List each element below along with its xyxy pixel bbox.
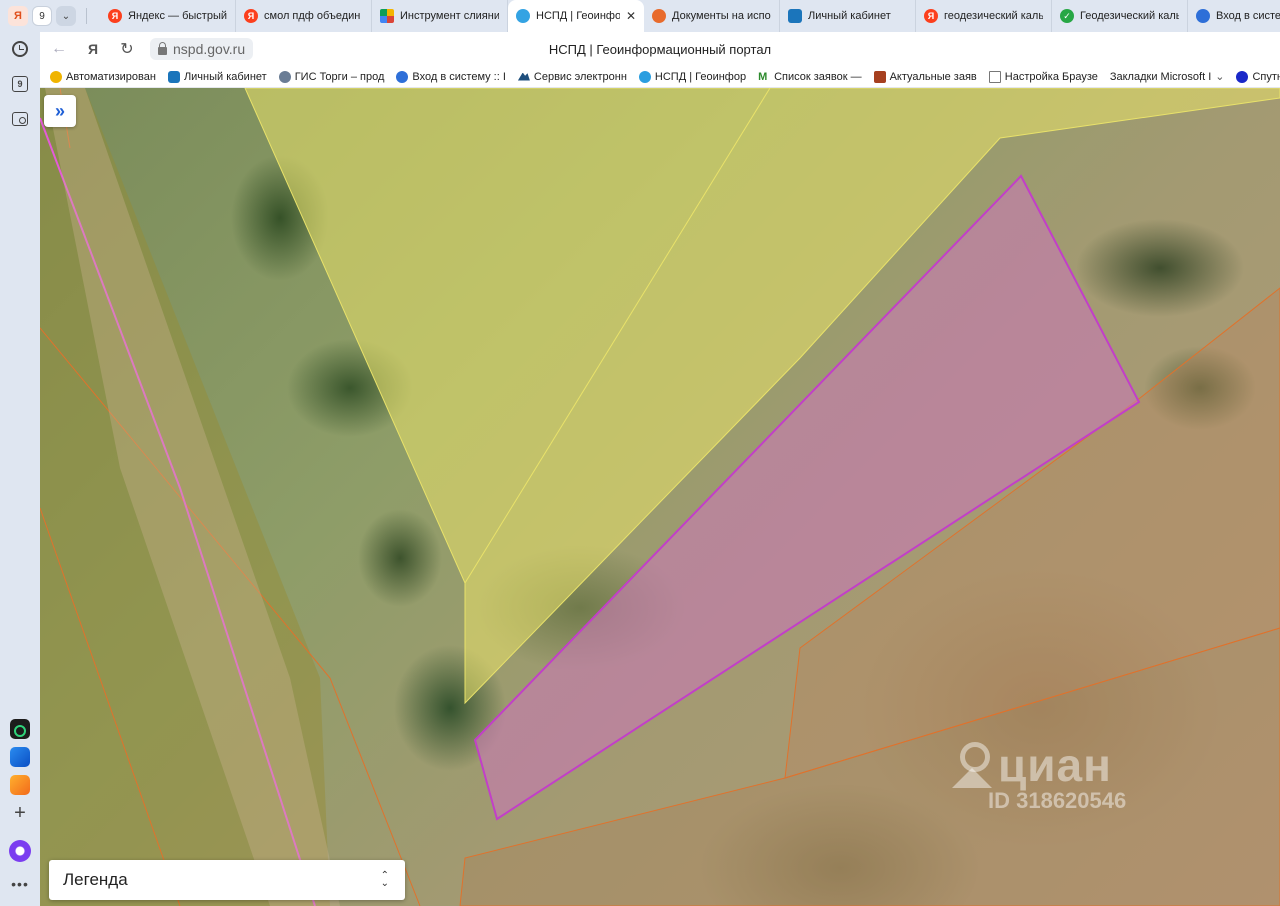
screenshot-icon (12, 112, 28, 126)
bookmark-item[interactable]: Автоматизирован (50, 70, 156, 83)
doc-icon (988, 70, 1001, 83)
yandex-icon: Я (244, 9, 258, 23)
tab-nspd[interactable]: НСПД | Геоинфор ✕ (508, 0, 644, 32)
map-overlay (40, 88, 1280, 906)
tab-list: Я Яндекс — быстрый Я смол пдф объедин Ин… (100, 0, 1280, 32)
bookmark-item[interactable]: НСПД | Геоинфор (638, 70, 747, 83)
bookmark-item[interactable]: Спутников (1236, 70, 1280, 83)
browser-window: Я 9 ⌄ Я Яндекс — быстрый Я смол пдф объе… (0, 0, 1280, 906)
cloud-icon (517, 72, 530, 81)
bookmark-label: Закладки Microsoft I (1109, 70, 1212, 83)
shield-icon (788, 9, 802, 23)
back-button[interactable]: ← (44, 34, 74, 64)
tab-yandex[interactable]: Я Яндекс — быстрый (100, 0, 236, 32)
bookmarks-bar: Автоматизирован Личный кабинет ГИС Торги… (40, 66, 1280, 88)
tab-label: Инструмент слияни (400, 10, 499, 22)
panel-toggle-button[interactable]: » (44, 95, 76, 127)
bookmark-label: Автоматизирован (66, 70, 156, 83)
tab-login[interactable]: Вход в систем (1188, 0, 1280, 32)
history-button[interactable] (9, 38, 31, 60)
messenger-app-icon[interactable] (10, 747, 30, 767)
tabs-panel-button[interactable]: 9 (9, 73, 31, 95)
tab-personal-account[interactable]: Личный кабинет (780, 0, 916, 32)
shield-icon (167, 70, 180, 83)
tab-merge-tool[interactable]: Инструмент слияни (372, 0, 508, 32)
up-down-chevron-icon: ⌃ ⌄ (380, 870, 389, 889)
close-icon[interactable]: ✕ (626, 9, 636, 23)
lock-icon (158, 42, 167, 55)
tab-label: геодезический каль (944, 10, 1043, 22)
url-field[interactable]: nspd.gov.ru (150, 38, 254, 60)
bookmark-item[interactable]: Настройка Браузе (988, 70, 1098, 83)
mail-app-icon[interactable] (10, 775, 30, 795)
tabs-icon: 9 (12, 76, 28, 92)
network-icon (396, 70, 409, 83)
network-icon (1196, 9, 1210, 23)
screenshot-button[interactable] (9, 108, 31, 130)
chevron-down-icon: ⌄ (1215, 71, 1225, 83)
bookmark-label: ГИС Торги – прод (294, 70, 385, 83)
assistant-icon[interactable] (9, 840, 31, 862)
tab-label: Яндекс — быстрый (128, 10, 227, 22)
bookmark-label: Настройка Браузе (1004, 70, 1098, 83)
tab-geodetic-calc[interactable]: Я геодезический каль (916, 0, 1052, 32)
gis-icon (278, 70, 291, 83)
tab-controls: Я 9 ⌄ (0, 6, 100, 26)
browser-logo-icon[interactable]: Я (8, 6, 28, 26)
bookmark-item[interactable]: Актуальные заяв (873, 70, 977, 83)
tab-documents[interactable]: Документы на испо (644, 0, 780, 32)
tab-label: Документы на испо (672, 10, 771, 22)
satellite-icon (1236, 70, 1249, 83)
bookmark-label: Личный кабинет (183, 70, 267, 83)
color-square-icon (380, 9, 394, 23)
bookmark-item[interactable]: Личный кабинет (167, 70, 267, 83)
tab-label: НСПД | Геоинфор (536, 10, 620, 22)
legend-label: Легенда (63, 870, 128, 889)
bookmark-label: Актуальные заяв (889, 70, 977, 83)
url-text: nspd.gov.ru (173, 41, 246, 57)
bookmark-label: Спутников (1252, 70, 1280, 83)
clock-icon (12, 41, 28, 57)
chevron-down-icon[interactable]: ⌄ (56, 6, 76, 26)
bookmark-label: Вход в систему :: I (412, 70, 506, 83)
bookmark-folder[interactable]: Закладки Microsoft I ⌄ (1109, 70, 1225, 84)
app-icon[interactable] (10, 719, 30, 739)
tab-count-button[interactable]: 9 (32, 6, 52, 26)
orange-circle-icon (652, 9, 666, 23)
bookmark-item[interactable]: Сервис электронн (517, 70, 627, 83)
tab-label: Личный кабинет (808, 10, 891, 22)
legend-dropdown[interactable]: Легенда ⌃ ⌄ (49, 860, 405, 900)
nspd-icon (516, 9, 530, 23)
tab-geodetic-calc-2[interactable]: ✓ Геодезический каль (1052, 0, 1188, 32)
yandex-home-button[interactable]: Я (78, 34, 108, 64)
tab-label: смол пдф объедин (264, 10, 361, 22)
m-icon: M (758, 70, 768, 83)
tab-strip: Я 9 ⌄ Я Яндекс — быстрый Я смол пдф объе… (0, 0, 1280, 32)
reload-button[interactable]: ↻ (112, 34, 142, 64)
nspd-icon (638, 70, 651, 83)
map-view[interactable]: » циан ID 318620546 Легенда ⌃ ⌄ (40, 88, 1280, 906)
tab-label: Вход в систем (1216, 10, 1280, 22)
more-icon[interactable]: ••• (8, 876, 32, 892)
tab-label: Геодезический каль (1080, 10, 1179, 22)
browser-sidebar: 9 + ••• (0, 32, 40, 906)
bookmark-label: Список заявок — (774, 70, 862, 83)
bookmark-label: НСПД | Геоинфор (654, 70, 747, 83)
bookmark-item[interactable]: ГИС Торги – прод (278, 70, 385, 83)
bookmark-item[interactable]: Вход в систему :: I (396, 70, 506, 83)
check-icon: ✓ (1060, 9, 1074, 23)
tab-divider (86, 8, 87, 24)
tab-pdf-merge[interactable]: Я смол пдф объедин (236, 0, 372, 32)
add-app-button[interactable]: + (10, 803, 30, 823)
smile-icon (50, 70, 62, 83)
cube-icon (873, 70, 886, 83)
bookmark-item[interactable]: M Список заявок — (758, 71, 861, 83)
yandex-icon: Я (108, 9, 122, 23)
bookmark-label: Сервис электронн (533, 70, 627, 83)
address-bar: ← Я ↻ nspd.gov.ru НСПД | Геоинформационн… (40, 32, 1280, 66)
yandex-icon: Я (924, 9, 938, 23)
